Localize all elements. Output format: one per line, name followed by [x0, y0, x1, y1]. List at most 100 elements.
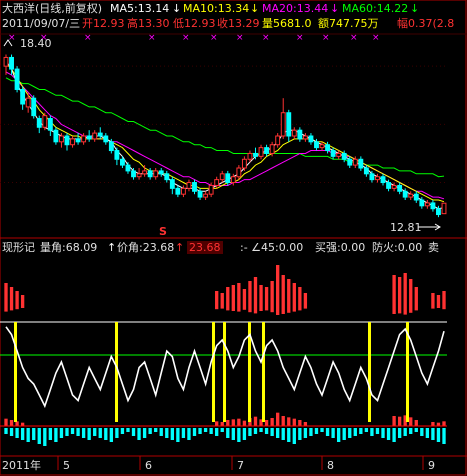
candle-body: [341, 152, 347, 160]
indicator-lower-cyan-bar: [209, 428, 213, 434]
candle-body: [230, 176, 236, 184]
indicator-upper-bar: [292, 283, 296, 312]
indicator-lower-cyan-bar: [176, 428, 180, 442]
up-arrow-icon: ↑: [175, 241, 185, 254]
candle-body: [280, 112, 286, 137]
indicator-lower-cyan-bar: [192, 428, 197, 436]
indicator-lower-cyan-bar: [364, 428, 369, 432]
signal-cross-mark: ×: [148, 33, 156, 43]
candle-body: [302, 135, 308, 140]
indicator-lower-cyan-bar: [403, 428, 407, 436]
indicator-lower-cyan-bar: [198, 428, 202, 434]
candle-body: [291, 129, 297, 137]
indicator-lower-cyan-bar: [59, 428, 64, 438]
indicator-upper-bar: [231, 285, 235, 311]
chart-title: 大西洋(日线,前复权): [2, 2, 103, 15]
buy-strength: 买强:0.00: [315, 241, 366, 254]
indicator-lower-cyan-bar: [159, 428, 163, 436]
ma-line-ma60: [5, 77, 445, 178]
indicator-lower-cyan-bar: [20, 428, 25, 440]
indicator-lower-cyan-bar: [98, 428, 102, 438]
indicator-upper-bar: [15, 291, 19, 310]
candle-body: [108, 141, 114, 152]
indicator-upper-bar: [270, 281, 274, 313]
indicator-lower-red-bar: [220, 422, 224, 426]
candle-body: [430, 202, 436, 210]
low-price: 低12.93: [173, 17, 216, 30]
indicator-lower-red-bar: [409, 417, 413, 426]
candlesticks: [3, 54, 447, 218]
indicator-lower-cyan-bar: [32, 428, 36, 440]
indicator-lower-cyan-bar: [248, 428, 252, 436]
indicator-upper-bar: [226, 287, 230, 311]
candle-body: [269, 144, 275, 154]
indicator-lower-cyan-bar: [4, 428, 8, 434]
indicator-lower-cyan-bar: [237, 428, 241, 442]
candle-body: [20, 88, 26, 105]
indicator-yellow-signal: [223, 322, 226, 422]
candle-body: [424, 202, 430, 207]
candle-body: [436, 208, 441, 216]
indicator-lower-cyan-bar: [48, 428, 53, 440]
indicator-lower-cyan-bar: [131, 428, 136, 436]
candle-body: [352, 158, 358, 166]
indicator-lower-red-bar: [264, 420, 269, 426]
indicator-lower-cyan-bar: [303, 428, 308, 438]
candle-body: [153, 170, 159, 178]
candle-body: [158, 170, 164, 175]
indicator-upper-bar: [248, 281, 252, 313]
candle-body: [125, 164, 131, 172]
indicator-yellow-signal: [212, 322, 215, 422]
candle-body: [70, 138, 75, 146]
indicator-lower-cyan-bar: [292, 428, 296, 444]
indicator-lower-cyan-bar: [320, 428, 324, 432]
candle-body: [3, 56, 9, 67]
candle-body: [419, 199, 425, 207]
candle-body: [375, 176, 380, 181]
indicator-lower-cyan-bar: [154, 428, 158, 432]
ma5-arrow-icon: ↓: [172, 2, 182, 15]
candle-body: [75, 138, 81, 143]
candle-body: [253, 152, 258, 157]
candle-body: [241, 158, 247, 169]
fire-guard: 防火:0.00: [372, 241, 423, 254]
indicator-lower-cyan-bar: [325, 428, 330, 436]
angle-value: 23.68: [187, 241, 223, 254]
indicator-upper-bar: [4, 283, 8, 312]
indicator-lower-cyan-bar: [9, 428, 14, 436]
indicator-lower-cyan-bar: [15, 428, 19, 438]
indicator-lower-cyan-bar: [281, 428, 285, 440]
indicator-lower-red-bar: [253, 416, 258, 426]
indicator-lower-cyan-bar: [54, 428, 58, 442]
indicator-lower-cyan-bar: [353, 428, 357, 436]
indicator-upper-bar: [20, 295, 25, 308]
indicator-lower-cyan-bar: [115, 428, 119, 438]
indicator-lower-red-bar: [392, 416, 396, 426]
bar-date: 2011/09/07/三: [2, 17, 81, 30]
volume-angle: 量角:68.09: [40, 241, 98, 254]
month-label: 5: [63, 459, 70, 472]
candle-body: [214, 179, 220, 186]
candle-body: [319, 144, 325, 149]
candle-body: [186, 182, 192, 189]
indicator-lower-cyan-bar: [187, 428, 191, 440]
signal-cross-mark: ×: [372, 33, 380, 43]
candle-body: [247, 152, 253, 160]
indicator-upper-bar: [237, 283, 241, 312]
indicator-lower-cyan-bar: [414, 428, 418, 432]
indicator-lower-cyan-bar: [409, 428, 413, 434]
candle-body: [31, 97, 37, 117]
indicator-lower-cyan-bar: [81, 428, 86, 438]
low-price-marker: 12.81: [390, 221, 422, 234]
indicator-lower-cyan-bar: [137, 428, 141, 440]
candle-body: [264, 147, 270, 154]
signal-cross-mark: ×: [84, 33, 92, 43]
indicator-lower-cyan-bar: [276, 428, 280, 438]
indicator-lower-red-bar: [431, 422, 435, 426]
indicator-lower-cyan-bar: [386, 428, 391, 440]
indicator-name: 现形记: [2, 241, 35, 254]
candle-body: [192, 182, 197, 192]
candle-body: [103, 135, 109, 143]
candle-body: [164, 173, 170, 181]
indicator-lower-red-bar: [281, 416, 285, 426]
